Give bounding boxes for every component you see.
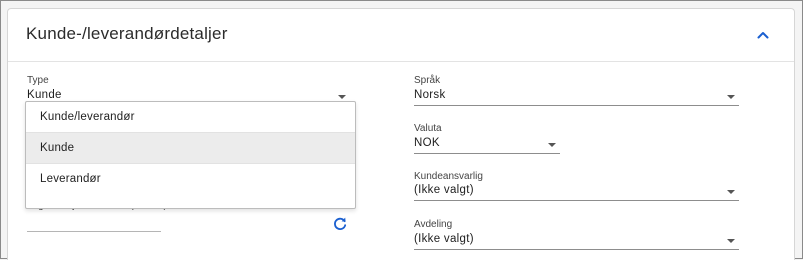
account-manager-select[interactable]: (Ikke valgt)	[414, 182, 739, 201]
type-option-kunde-leverandor[interactable]: Kunde/leverandør	[26, 102, 355, 133]
department-value: (Ikke valgt)	[414, 233, 474, 245]
refresh-icon	[334, 217, 347, 230]
panel-header[interactable]: Kunde-/leverandørdetaljer	[8, 9, 794, 62]
type-value: Kunde	[27, 89, 62, 101]
department-label: Avdeling	[414, 219, 453, 230]
language-select[interactable]: Norsk	[414, 87, 739, 106]
type-option-leverandor[interactable]: Leverandør	[26, 164, 355, 194]
caret-down-icon	[727, 190, 735, 194]
type-dropdown-list: Kunde/leverandør Kunde Leverandør	[25, 101, 356, 209]
account-manager-value: (Ikke valgt)	[414, 184, 474, 196]
type-option-kunde[interactable]: Kunde	[26, 133, 355, 164]
collapse-button[interactable]	[752, 25, 774, 45]
caret-down-icon	[548, 143, 556, 147]
type-label: Type	[27, 75, 49, 86]
caret-down-icon	[727, 239, 735, 243]
panel-title: Kunde-/leverandørdetaljer	[26, 24, 228, 43]
refresh-button[interactable]	[332, 216, 348, 232]
chevron-up-icon	[757, 32, 769, 39]
currency-label: Valuta	[414, 123, 442, 134]
department-select[interactable]: (Ikke valgt)	[414, 231, 739, 250]
account-manager-label: Kundeansvarlig	[414, 171, 483, 182]
caret-down-icon	[338, 95, 346, 99]
currency-value: NOK	[414, 137, 440, 149]
caret-down-icon	[727, 95, 735, 99]
currency-select[interactable]: NOK	[414, 135, 560, 154]
org-number-input[interactable]	[27, 215, 161, 232]
language-value: Norsk	[414, 89, 446, 101]
language-label: Språk	[414, 75, 441, 86]
